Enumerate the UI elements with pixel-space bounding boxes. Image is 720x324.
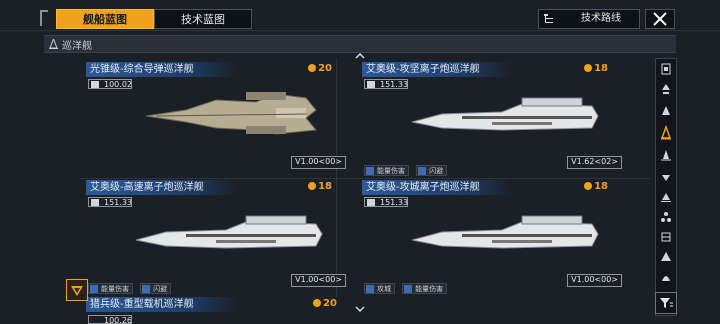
hull-icon (367, 81, 375, 88)
filter-icon (660, 298, 673, 308)
coin-icon (584, 64, 593, 72)
energy-icon (366, 167, 374, 175)
coin-icon (584, 182, 593, 190)
evasion-icon (418, 167, 427, 175)
category-header: 巡洋舰 (44, 35, 676, 53)
tab-tech-blueprint[interactable]: 技术蓝图 (154, 9, 252, 29)
ship-stat: 100.26 (88, 315, 132, 324)
tag-siege: 攻城 (364, 283, 395, 294)
fleet-emblem-button[interactable] (66, 279, 88, 301)
corner-bracket-icon (40, 10, 48, 26)
ship-name: 光锥级-综合导弹巡洋舰 (86, 62, 236, 77)
siege-icon (366, 285, 374, 293)
tech-route-button[interactable]: 技术路线 (538, 9, 640, 29)
coin-icon (313, 299, 321, 307)
ship-tags: 攻城 能量伤害 (364, 276, 449, 294)
ship-cost: 18 (584, 181, 608, 192)
ship-cost: 20 (308, 63, 332, 74)
tag-energy-damage: 能量伤害 (364, 165, 409, 176)
hull-icon (91, 81, 99, 88)
tab-ship-blueprint[interactable]: 舰船蓝图 (56, 9, 154, 29)
ship-cost: 20 (313, 298, 337, 309)
battleship-icon[interactable] (658, 209, 674, 225)
ship-tags: 能量伤害 闪避 (364, 158, 449, 176)
ship-card[interactable]: 艾奥级-高速离子炮巡洋舰 18 151.33 能量伤害 闪避 V1.00<00> (86, 180, 348, 294)
coin-icon (308, 64, 317, 72)
ship-cost: 18 (308, 181, 332, 192)
energy-icon (404, 285, 413, 293)
close-icon (653, 12, 667, 26)
tag-evasion: 闪避 (416, 165, 448, 176)
tag-energy-damage: 能量伤害 (88, 283, 133, 294)
ship-card[interactable]: 艾奥级-攻坚离子炮巡洋舰 18 151.33 能量伤害 闪避 V1.62<02> (362, 62, 624, 176)
ship-image (411, 215, 599, 249)
ship-version: V1.00<00> (567, 274, 622, 287)
ship-cost: 18 (584, 63, 608, 74)
ship-image (135, 215, 323, 249)
tag-evasion: 闪避 (140, 283, 172, 294)
ship-name: 艾奥级-高速离子炮巡洋舰 (86, 180, 236, 195)
battlecruiser-icon[interactable] (658, 147, 674, 163)
ship-tags: 能量伤害 闪避 (88, 276, 173, 294)
auxiliary-icon[interactable] (658, 169, 674, 185)
chevron-up-icon[interactable] (355, 52, 365, 60)
tag-energy-damage: 能量伤害 (402, 283, 448, 294)
ship-version: V1.62<02> (567, 156, 622, 169)
tech-route-label: 技术路线 (581, 13, 621, 24)
cruiser-class-icon (49, 39, 58, 49)
ship-version: V1.00<00> (291, 156, 346, 169)
ship-version: V1.00<00> (291, 274, 346, 287)
evasion-icon (142, 285, 151, 293)
ship-class-filter-bar (655, 58, 677, 316)
ship-name: 艾奥级-攻城离子炮巡洋舰 (362, 180, 512, 195)
ship-image (145, 92, 317, 135)
energy-icon (90, 285, 98, 293)
coin-icon (308, 182, 317, 190)
dreadnought-icon[interactable] (658, 249, 674, 265)
hull-icon (91, 199, 99, 206)
close-button[interactable] (645, 9, 675, 29)
hull-icon (367, 199, 375, 206)
ship-card[interactable]: 光锥级-综合导弹巡洋舰 20 100.02 V1.00<00> (86, 62, 348, 172)
ship-name: 艾奥级-攻坚离子炮巡洋舰 (362, 62, 512, 77)
filter-button[interactable] (655, 292, 677, 314)
category-label: 巡洋舰 (62, 41, 92, 52)
ship-name[interactable]: 猎兵级-重型载机巡洋舰 (86, 297, 236, 312)
ship-card[interactable]: 艾奥级-攻城离子炮巡洋舰 18 151.33 攻城 能量伤害 V1.00<00> (362, 180, 624, 294)
destroyer-icon[interactable] (658, 103, 674, 119)
emblem-icon (71, 286, 83, 296)
tree-icon (544, 14, 553, 23)
ship-image (411, 97, 599, 131)
frigate-icon[interactable] (658, 81, 674, 97)
all-icon[interactable] (658, 61, 674, 77)
titan-icon[interactable] (658, 269, 674, 285)
station-icon[interactable] (658, 229, 674, 245)
cruiser-icon[interactable] (658, 124, 674, 141)
chevron-down-icon[interactable] (355, 305, 365, 313)
carrier-icon[interactable] (658, 189, 674, 205)
